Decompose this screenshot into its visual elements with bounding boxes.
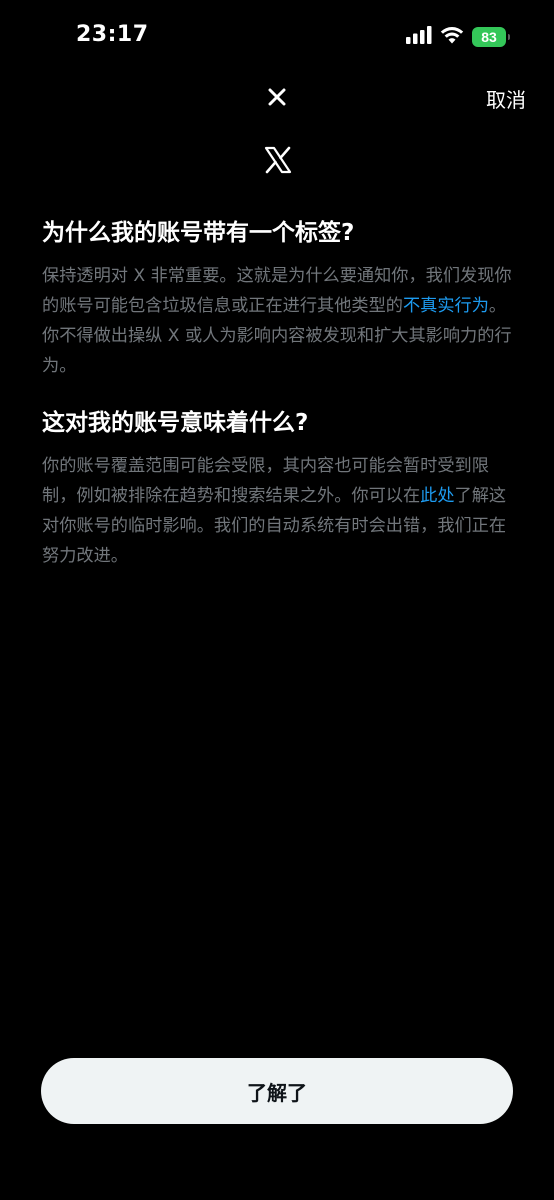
content: 为什么我的账号带有一个标签? 保持透明对 X 非常重要。这就是为什么要通知你，我… [42,215,512,571]
section-title: 为什么我的账号带有一个标签? [42,220,355,246]
x-close-icon[interactable] [268,88,286,106]
x-logo-icon [263,145,293,175]
cancel-button[interactable]: 取消 [486,84,526,113]
wifi-icon [440,26,464,48]
section-account-impact: 这对我的账号意味着什么? 你的账号覆盖范围可能会受限，其内容也可能会暂时受到限制… [42,405,512,571]
section-body: 你的账号覆盖范围可能会受限，其内容也可能会暂时受到限制，例如被排除在趋势和搜索结… [42,451,512,571]
status-bar: 23:17 83 [0,0,554,76]
inauthentic-behavior-link[interactable]: 不真实行为 [403,296,489,316]
battery-cap [508,34,510,40]
cellular-signal-icon [406,26,432,48]
section-label-reason: 为什么我的账号带有一个标签? 保持透明对 X 非常重要。这就是为什么要通知你，我… [42,215,512,381]
got-it-button[interactable]: 了解了 [41,1058,513,1124]
battery-icon: 83 [472,27,510,47]
battery-level: 83 [481,29,497,45]
status-icons: 83 [406,26,510,48]
here-link[interactable]: 此处 [420,486,454,506]
section-title: 这对我的账号意味着什么? [42,410,309,436]
status-time: 23:17 [76,22,149,47]
section-body: 保持透明对 X 非常重要。这就是为什么要通知你，我们发现你的账号可能包含垃圾信息… [42,261,512,381]
header: 取消 [0,80,554,120]
